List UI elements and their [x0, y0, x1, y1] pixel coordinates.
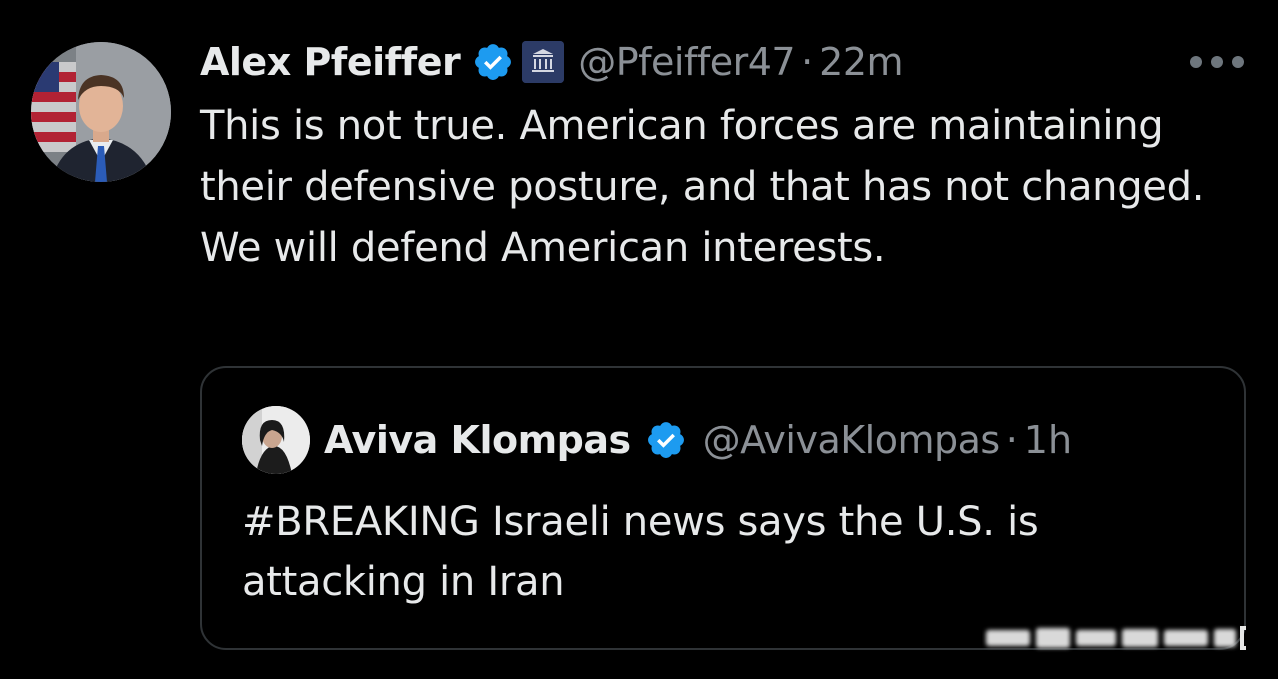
quote-author-avatar[interactable]	[242, 406, 310, 474]
more-dot	[1211, 56, 1223, 68]
quote-author-name[interactable]: Aviva Klompas	[324, 418, 631, 462]
avatar-photo-icon	[31, 42, 171, 182]
author-name[interactable]: Alex Pfeiffer	[200, 40, 461, 84]
more-options-icon[interactable]	[1190, 52, 1244, 72]
white-house-affiliation-icon[interactable]	[522, 41, 565, 83]
quote-author-handle[interactable]: @AvivaKlompas	[703, 418, 1001, 462]
verified-badge-icon[interactable]	[472, 41, 514, 83]
author-handle[interactable]: @Pfeiffer47	[578, 40, 795, 84]
verified-badge-icon[interactable]	[645, 419, 687, 461]
tweet-timestamp[interactable]: 22m	[819, 40, 903, 84]
quote-avatar-photo-icon	[242, 406, 310, 474]
tweet-header: Alex Pfeiffer @Pfeiffer47 · 22m	[200, 34, 904, 90]
tweet[interactable]: Alex Pfeiffer @Pfeiffer47 · 22m This is …	[0, 0, 1278, 679]
header-separator: ·	[801, 40, 814, 84]
quote-header-separator: ·	[1005, 418, 1018, 462]
more-dot	[1190, 56, 1202, 68]
author-avatar[interactable]	[31, 42, 171, 182]
quoted-tweet[interactable]: Aviva Klompas @AvivaKlompas · 1h #BREAKI…	[200, 366, 1246, 650]
quote-timestamp[interactable]: 1h	[1024, 418, 1072, 462]
quote-text: #BREAKING Israeli news says the U.S. is …	[242, 499, 1039, 605]
watermark	[982, 620, 1252, 658]
more-dot	[1232, 56, 1244, 68]
quote-header: Aviva Klompas @AvivaKlompas · 1h	[324, 412, 1072, 468]
tweet-text: This is not true. American forces are ma…	[200, 103, 1205, 271]
